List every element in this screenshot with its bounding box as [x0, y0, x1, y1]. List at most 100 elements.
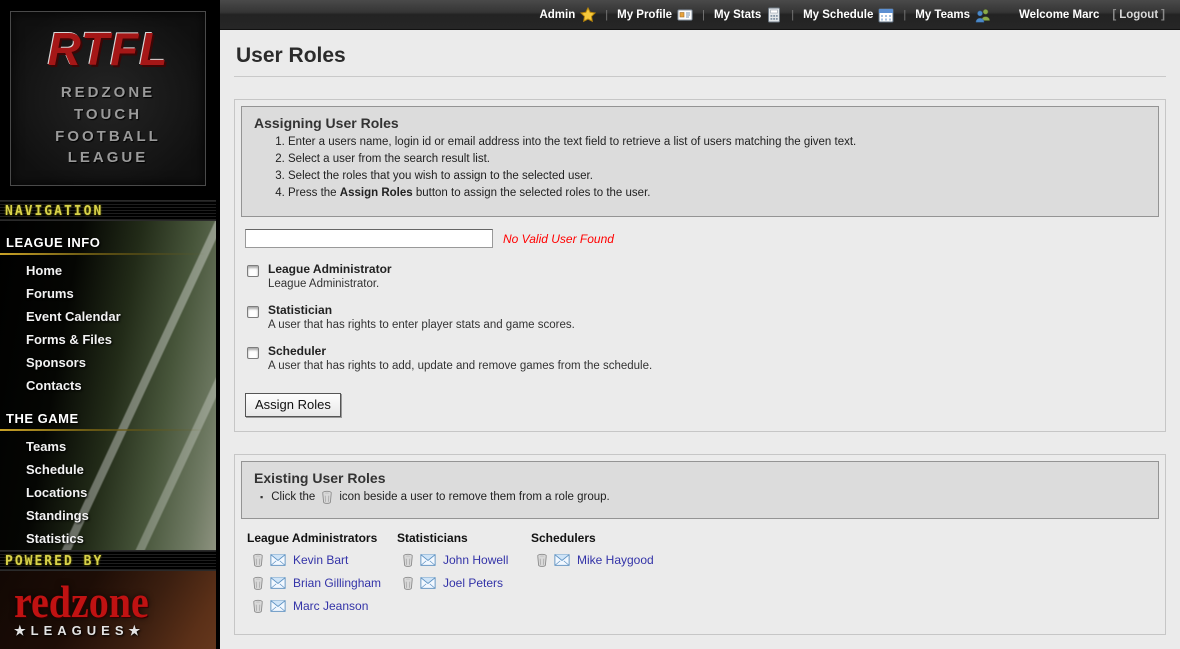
bin-icon[interactable]	[251, 576, 265, 590]
sidebar-item-list: HomeForumsEvent CalendarForms & FilesSpo…	[0, 259, 216, 397]
logo-line: LEAGUE	[17, 147, 199, 169]
topbar-menu-item[interactable]: My Profile	[615, 7, 695, 23]
no-valid-user-message: No Valid User Found	[503, 232, 614, 246]
role-group-column: League Administrators Kevin Bart Brian G…	[247, 531, 397, 622]
logout-bracket-close: ]	[1161, 9, 1165, 21]
user-name-link[interactable]: Kevin Bart	[293, 553, 348, 567]
welcome-text: Welcome Marc	[1019, 9, 1099, 21]
topbar-menu-item[interactable]: My Stats	[712, 7, 784, 23]
role-checkbox[interactable]	[247, 347, 259, 359]
square-bullet: ▪	[260, 492, 263, 502]
sidebar-item-locations[interactable]: Locations	[0, 481, 216, 504]
sidebar-item-sponsors[interactable]: Sponsors	[0, 351, 216, 374]
page-title: User Roles	[234, 38, 1166, 77]
logout-bracket-open: [	[1112, 9, 1116, 21]
logo-line: FOOTBALL	[17, 126, 199, 148]
sidebar-item-event-calendar[interactable]: Event Calendar	[0, 305, 216, 328]
sidebar-section: LEAGUE INFO HomeForumsEvent CalendarForm…	[0, 221, 216, 397]
sidebar-nav-area: LEAGUE INFO HomeForumsEvent CalendarForm…	[0, 221, 216, 550]
role-checkbox[interactable]	[247, 265, 259, 277]
league-logo: RTFL REDZONE TOUCH FOOTBALL LEAGUE	[0, 0, 216, 200]
sidebar-item-teams[interactable]: Teams	[0, 435, 216, 458]
topbar-menu-item[interactable]: Admin	[537, 7, 598, 23]
user-row: Brian Gillingham	[251, 576, 397, 590]
sidebar-item-contacts[interactable]: Contacts	[0, 374, 216, 397]
redzone-leagues-logo[interactable]: redzone ★LEAGUES★	[0, 571, 216, 649]
star-icon	[580, 7, 596, 23]
topbar-menu-item[interactable]: My Schedule	[801, 7, 896, 23]
sidebar-item-statistics[interactable]: Statistics	[0, 527, 216, 550]
role-group-title: Schedulers	[531, 531, 681, 545]
vcard-icon	[677, 7, 693, 23]
user-search-input[interactable]	[245, 229, 493, 248]
bin-icon[interactable]	[535, 553, 549, 567]
mail-icon[interactable]	[554, 553, 570, 567]
role-group-title: League Administrators	[247, 531, 397, 545]
user-name-link[interactable]: Marc Jeanson	[293, 599, 368, 613]
mail-icon[interactable]	[420, 553, 436, 567]
role-description: A user that has rights to enter player s…	[268, 319, 575, 331]
role-option: Scheduler A user that has rights to add,…	[245, 344, 1157, 372]
user-row: Joel Peters	[401, 576, 531, 590]
redzone-logo-text: redzone	[14, 579, 216, 625]
topbar-menu-label: Admin	[539, 9, 575, 21]
instruction-item: Press the Assign Roles button to assign …	[288, 187, 1146, 199]
sidebar-item-list: TeamsScheduleLocationsStandingsStatistic…	[0, 435, 216, 550]
user-name-link[interactable]: John Howell	[443, 553, 508, 567]
calendar-icon	[878, 7, 894, 23]
role-group-users: Mike Haygood	[531, 553, 681, 567]
logo-line: TOUCH	[17, 104, 199, 126]
instructions-list: Enter a users name, login id or email ad…	[288, 136, 1146, 199]
content: User Roles Assigning User Roles Enter a …	[220, 30, 1180, 649]
sidebar-item-forums[interactable]: Forums	[0, 282, 216, 305]
instruction-item: Select a user from the search result lis…	[288, 153, 1146, 165]
sidebar-item-home[interactable]: Home	[0, 259, 216, 282]
user-name-link[interactable]: Brian Gillingham	[293, 576, 381, 590]
role-name: Statistician	[268, 303, 575, 317]
menu-separator: |	[791, 9, 794, 21]
bin-icon[interactable]	[401, 553, 415, 567]
role-description: A user that has rights to add, update an…	[268, 360, 652, 372]
role-group-users: John Howell Joel Peters	[397, 553, 531, 590]
role-checkbox[interactable]	[247, 306, 259, 318]
mail-icon[interactable]	[270, 599, 286, 613]
sidebar: RTFL REDZONE TOUCH FOOTBALL LEAGUE NAVIG…	[0, 0, 220, 649]
sidebar-section: THE GAME TeamsScheduleLocationsStandings…	[0, 397, 216, 550]
topbar-menu-label: My Teams	[915, 9, 970, 21]
group-icon	[975, 7, 991, 23]
instruction-item: Select the roles that you wish to assign…	[288, 170, 1146, 182]
existing-box-title: Existing User Roles	[254, 470, 1146, 486]
assigning-box-title: Assigning User Roles	[254, 115, 1146, 131]
role-option: League Administrator League Administrato…	[245, 262, 1157, 290]
sidebar-item-forms-files[interactable]: Forms & Files	[0, 328, 216, 351]
topbar-menu-item[interactable]: My Teams	[913, 7, 993, 23]
topbar-menu-label: My Profile	[617, 9, 672, 21]
user-row: Marc Jeanson	[251, 599, 397, 613]
sidebar-item-standings[interactable]: Standings	[0, 504, 216, 527]
role-groups: League Administrators Kevin Bart Brian G…	[241, 519, 1159, 628]
bin-icon[interactable]	[401, 576, 415, 590]
logo-line: REDZONE	[17, 82, 199, 104]
user-name-link[interactable]: Joel Peters	[443, 576, 503, 590]
logout-link[interactable]: Logout	[1119, 9, 1158, 21]
mail-icon[interactable]	[420, 576, 436, 590]
rtfl-logo-text: RTFL	[17, 26, 199, 72]
assign-roles-container: Assigning User Roles Enter a users name,…	[234, 99, 1166, 432]
assign-roles-button[interactable]: Assign Roles	[245, 393, 341, 417]
role-description: League Administrator.	[268, 278, 392, 290]
bin-icon[interactable]	[251, 599, 265, 613]
instruction-item: Enter a users name, login id or email ad…	[288, 136, 1146, 148]
user-name-link[interactable]: Mike Haygood	[577, 553, 654, 567]
mail-icon[interactable]	[270, 576, 286, 590]
role-group-users: Kevin Bart Brian Gillingham Marc Jeanson	[247, 553, 397, 613]
bin-icon[interactable]	[251, 553, 265, 567]
role-group-title: Statisticians	[397, 531, 531, 545]
main-area: Admin | My Profile | My Stats | My Sched…	[220, 0, 1180, 649]
existing-user-roles-box: Existing User Roles ▪ Click the icon bes…	[241, 461, 1159, 519]
sidebar-item-schedule[interactable]: Schedule	[0, 458, 216, 481]
powered-by-led-bar: POWERED BY	[0, 550, 216, 571]
mail-icon[interactable]	[270, 553, 286, 567]
role-name: Scheduler	[268, 344, 652, 358]
menu-separator: |	[702, 9, 705, 21]
topbar-menu: Admin | My Profile | My Stats | My Sched…	[537, 7, 993, 23]
